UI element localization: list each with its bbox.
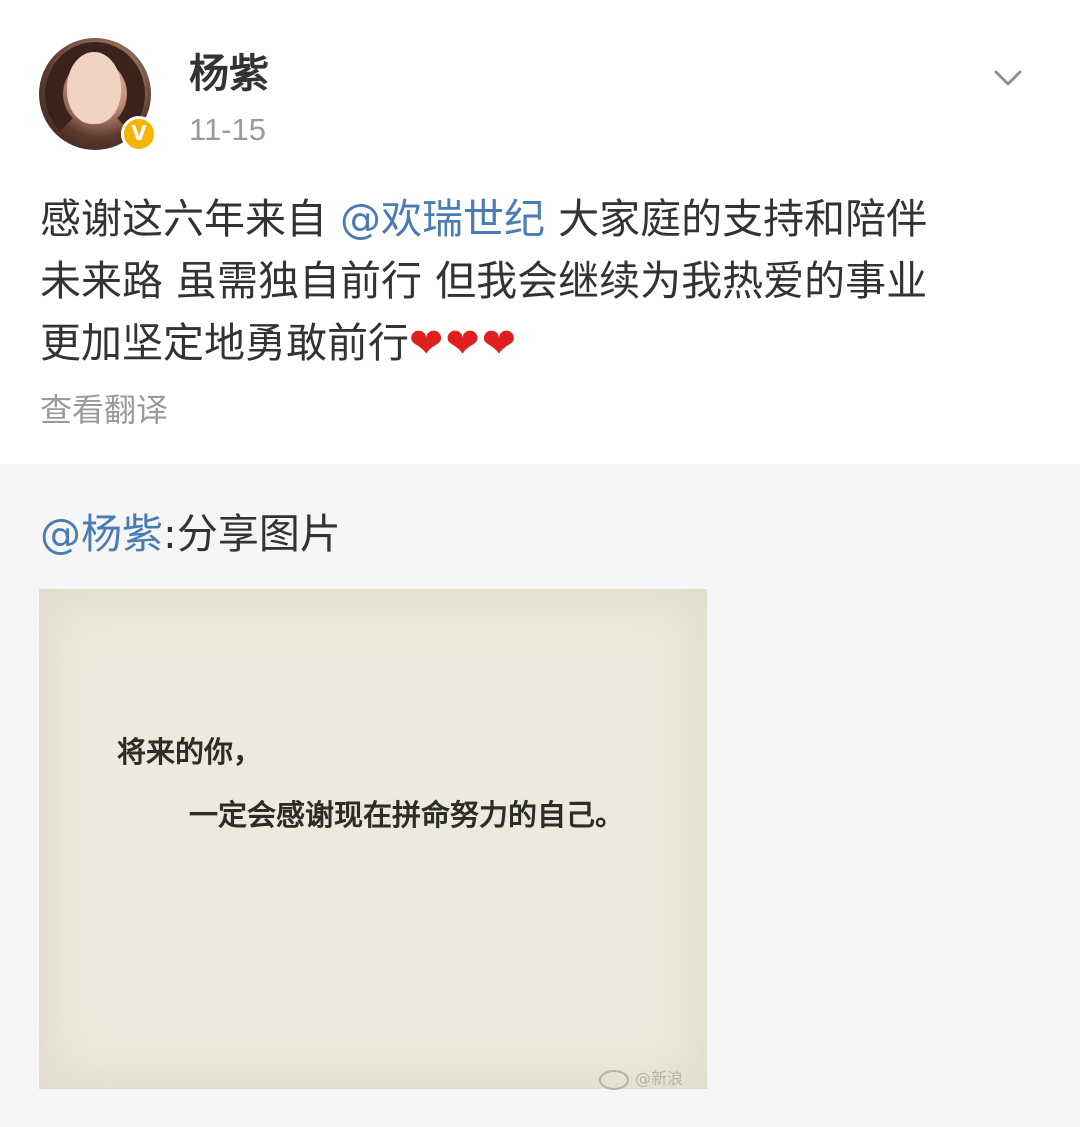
repost-author-mention[interactable]: @杨紫 (40, 510, 163, 558)
watermark-text: @新浪 (635, 1069, 684, 1088)
heart-emoji-icon: ❤❤❤ (409, 319, 519, 367)
post-line-1-suffix: 大家庭的支持和陪伴 (558, 195, 928, 243)
image-quote-line-2: 一定会感谢现在拼命努力的自己。 (189, 798, 625, 832)
avatar-face (67, 52, 121, 124)
repost-text: :分享图片 (163, 510, 341, 558)
verified-badge-icon: V (121, 116, 157, 152)
weibo-logo-icon (599, 1069, 629, 1090)
post-header: V 杨紫 11-15 (0, 0, 1080, 160)
shared-image[interactable]: 将来的你， 一定会感谢现在拼命努力的自己。 @新浪 (39, 589, 707, 1090)
post-line-3: 更加坚定地勇敢前行❤❤❤ (40, 312, 1050, 374)
image-quote-line-1: 将来的你， (117, 735, 263, 769)
post-line-1: 感谢这六年来自 @欢瑞世纪 大家庭的支持和陪伴 (40, 188, 1050, 250)
post-line-1-prefix: 感谢这六年来自 (40, 195, 327, 243)
mention-link[interactable]: @欢瑞世纪 (340, 195, 545, 243)
author-name[interactable]: 杨紫 (189, 50, 269, 98)
post-time: 11-15 (189, 112, 266, 147)
repost-card[interactable]: @杨紫:分享图片 将来的你， 一定会感谢现在拼命努力的自己。 @新浪 (0, 464, 1080, 1127)
image-watermark: @新浪 (599, 1065, 683, 1090)
chevron-down-icon[interactable] (992, 62, 1024, 94)
post-text: 感谢这六年来自 @欢瑞世纪 大家庭的支持和陪伴 未来路 虽需独自前行 但我会继续… (40, 188, 1050, 374)
post-line-2: 未来路 虽需独自前行 但我会继续为我热爱的事业 (40, 257, 928, 305)
repost-header: @杨紫:分享图片 (40, 508, 341, 560)
translate-button[interactable]: 查看翻译 (40, 388, 168, 432)
post-line-3-text: 更加坚定地勇敢前行 (40, 319, 409, 367)
